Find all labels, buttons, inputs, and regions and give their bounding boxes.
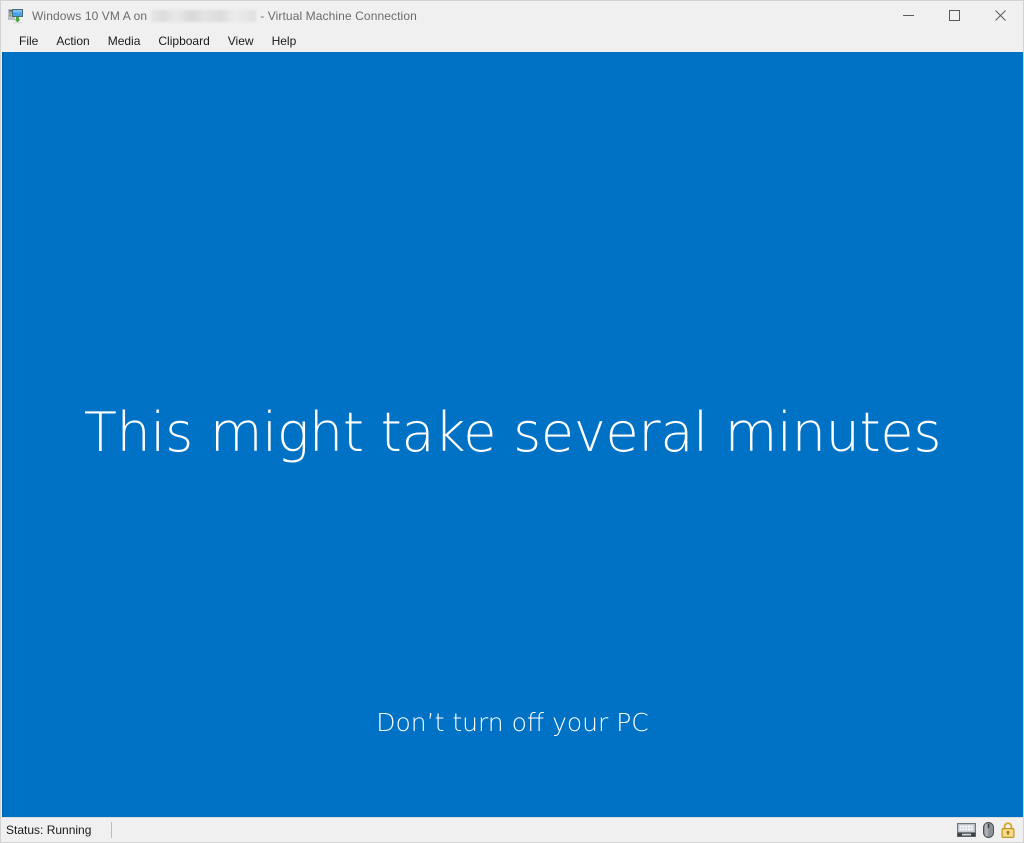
menu-item-view[interactable]: View bbox=[219, 31, 263, 52]
oobe-heading: This might take several minutes bbox=[83, 401, 942, 464]
window-title-prefix: Windows 10 VM A on bbox=[32, 8, 148, 23]
menu-item-help[interactable]: Help bbox=[263, 31, 306, 52]
mouse-icon[interactable] bbox=[983, 822, 994, 838]
status-bar: Status: Running bbox=[1, 817, 1023, 842]
menu-item-action[interactable]: Action bbox=[47, 31, 98, 52]
lock-icon[interactable] bbox=[1001, 822, 1015, 838]
window-title: Windows 10 VM A on - Virtual Machine Con… bbox=[32, 9, 417, 23]
title-bar[interactable]: Windows 10 VM A on - Virtual Machine Con… bbox=[1, 1, 1023, 30]
virtual-machine-icon bbox=[8, 8, 24, 24]
window-title-redacted bbox=[151, 9, 257, 22]
window-title-suffix: - Virtual Machine Connection bbox=[260, 8, 417, 23]
virtual-machine-connection-window: Windows 10 VM A on - Virtual Machine Con… bbox=[0, 0, 1024, 843]
close-icon bbox=[994, 10, 1006, 21]
minimize-icon bbox=[902, 15, 914, 16]
maximize-icon bbox=[948, 10, 960, 21]
status-separator bbox=[111, 822, 113, 838]
close-button[interactable] bbox=[977, 1, 1023, 30]
menu-item-clipboard[interactable]: Clipboard bbox=[149, 31, 218, 52]
minimize-button[interactable] bbox=[885, 1, 931, 30]
vm-screen[interactable]: This might take several minutes Don’t tu… bbox=[2, 52, 1023, 817]
maximize-button[interactable] bbox=[931, 1, 977, 30]
menu-bar: File Action Media Clipboard View Help bbox=[1, 30, 1023, 52]
menu-item-media[interactable]: Media bbox=[99, 31, 150, 52]
window-controls bbox=[885, 1, 1023, 30]
oobe-subtext: Don’t turn off your PC bbox=[376, 708, 649, 737]
keyboard-icon[interactable] bbox=[957, 823, 976, 837]
vm-viewport-container: This might take several minutes Don’t tu… bbox=[1, 52, 1023, 817]
status-text: Status: Running bbox=[6, 823, 92, 837]
status-bar-icons bbox=[957, 818, 1015, 842]
menu-item-file[interactable]: File bbox=[10, 31, 47, 52]
